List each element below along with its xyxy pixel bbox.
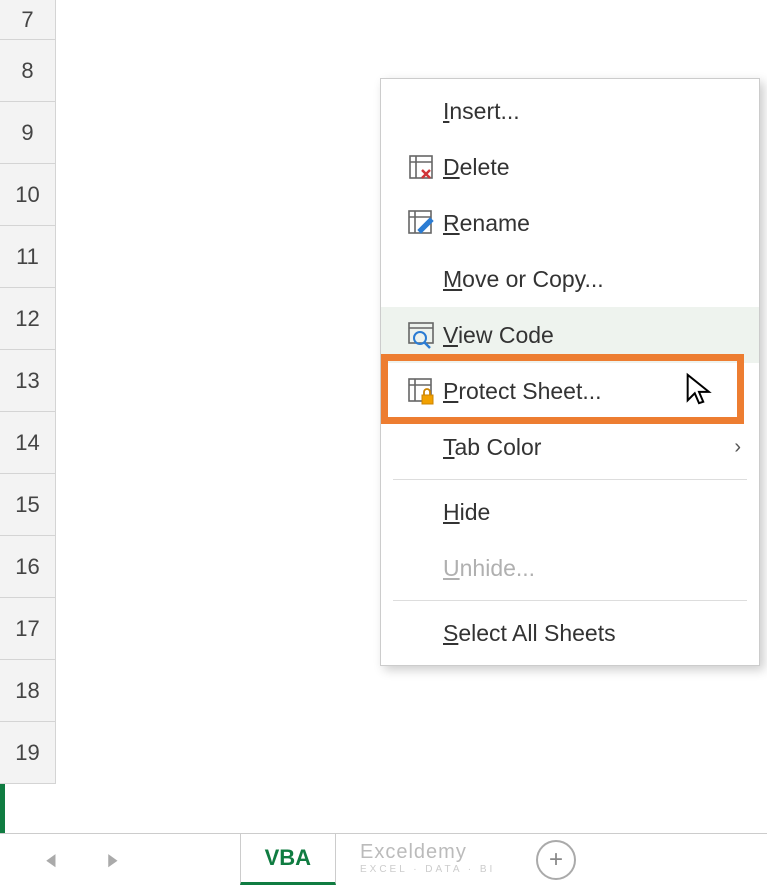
row-header[interactable]: 18 (0, 660, 55, 722)
menu-unhide: Unhide... (381, 540, 759, 596)
row-header[interactable]: 8 (0, 40, 55, 102)
menu-label: Rename (443, 210, 741, 237)
rename-sheet-icon (399, 209, 443, 237)
menu-protect-sheet[interactable]: Protect Sheet... (381, 363, 759, 419)
sheet-tab-label: VBA (265, 845, 311, 871)
menu-select-all-sheets[interactable]: Select All Sheets (381, 605, 759, 661)
delete-sheet-icon (399, 153, 443, 181)
menu-label: Insert... (443, 98, 741, 125)
sheet-nav-arrows: ◄ ► (0, 847, 150, 873)
row-header[interactable]: 16 (0, 536, 55, 598)
menu-separator (393, 479, 747, 480)
row-headers: 78910111213141516171819 (0, 0, 56, 784)
menu-tab-color[interactable]: Tab Color › (381, 419, 759, 475)
menu-label: Move or Copy... (443, 266, 741, 293)
row-header[interactable]: 17 (0, 598, 55, 660)
menu-label: Select All Sheets (443, 620, 741, 647)
view-code-icon (399, 321, 443, 349)
chevron-right-icon: › (734, 436, 741, 459)
row-header[interactable]: 11 (0, 226, 55, 288)
menu-hide[interactable]: Hide (381, 484, 759, 540)
menu-separator (393, 600, 747, 601)
row-header[interactable]: 9 (0, 102, 55, 164)
menu-label: Protect Sheet... (443, 378, 741, 405)
menu-rename[interactable]: Rename (381, 195, 759, 251)
menu-insert[interactable]: Insert... (381, 83, 759, 139)
row-header[interactable]: 19 (0, 722, 55, 784)
row-header[interactable]: 15 (0, 474, 55, 536)
row-header[interactable]: 14 (0, 412, 55, 474)
row-header[interactable]: 13 (0, 350, 55, 412)
new-sheet-button[interactable]: + (536, 840, 576, 880)
menu-view-code[interactable]: View Code (381, 307, 759, 363)
menu-label: Unhide... (443, 555, 741, 582)
protect-sheet-icon (399, 377, 443, 405)
menu-label: Delete (443, 154, 741, 181)
menu-label: Tab Color (443, 434, 734, 461)
menu-move-copy[interactable]: Move or Copy... (381, 251, 759, 307)
row-header[interactable]: 12 (0, 288, 55, 350)
row-header[interactable]: 10 (0, 164, 55, 226)
row-header[interactable]: 7 (0, 0, 55, 40)
watermark: Exceldemy EXCEL · DATA · BI (360, 841, 495, 875)
menu-label: View Code (443, 322, 741, 349)
sheet-tab-active[interactable]: VBA (240, 834, 336, 885)
menu-label: Hide (443, 499, 741, 526)
sheet-tab-bar: ◄ ► VBA Exceldemy EXCEL · DATA · BI + (0, 833, 767, 885)
sheet-context-menu: Insert... Delete Rename Move or C (380, 78, 760, 666)
menu-delete[interactable]: Delete (381, 139, 759, 195)
sheet-prev-icon[interactable]: ◄ (43, 847, 58, 873)
sheet-next-icon[interactable]: ► (105, 847, 120, 873)
